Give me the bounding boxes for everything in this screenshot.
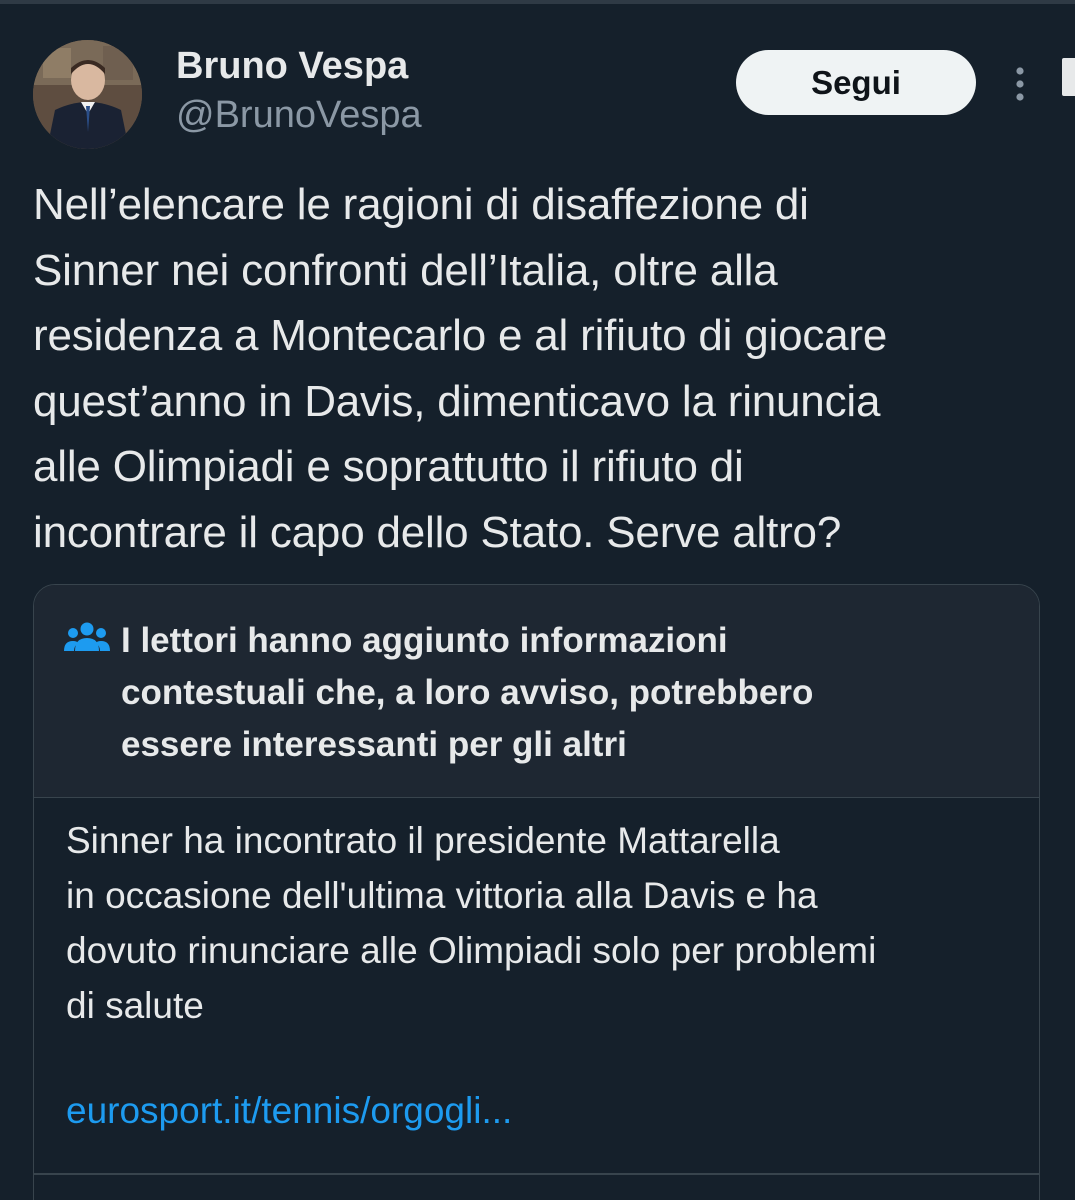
community-note-source-link[interactable]: eurosport.it/tennis/orgogli... <box>66 1083 512 1138</box>
more-options-button[interactable] <box>1000 60 1040 108</box>
tweet-text: Nell’elencare le ragioni di disaffezione… <box>33 180 888 557</box>
community-note-footer-divider <box>34 1173 1039 1175</box>
community-note-title: I lettori hanno aggiunto informazioni co… <box>121 621 814 764</box>
avatar-photo <box>33 40 142 149</box>
community-note-card: I lettori hanno aggiunto informazioni co… <box>33 584 1040 1200</box>
community-note-header: I lettori hanno aggiunto informazioni co… <box>34 585 1039 798</box>
author-display-name[interactable]: Bruno Vespa <box>176 42 408 90</box>
scrollbar-thumb[interactable] <box>1062 58 1075 96</box>
community-note-body: Sinner ha incontrato il presidente Matta… <box>66 820 877 1026</box>
follow-button[interactable]: Segui <box>736 50 976 115</box>
avatar[interactable] <box>33 40 142 149</box>
people-icon <box>64 622 110 651</box>
more-vertical-icon <box>1016 67 1024 101</box>
top-divider <box>0 0 1075 4</box>
author-handle[interactable]: @BrunoVespa <box>176 92 422 138</box>
